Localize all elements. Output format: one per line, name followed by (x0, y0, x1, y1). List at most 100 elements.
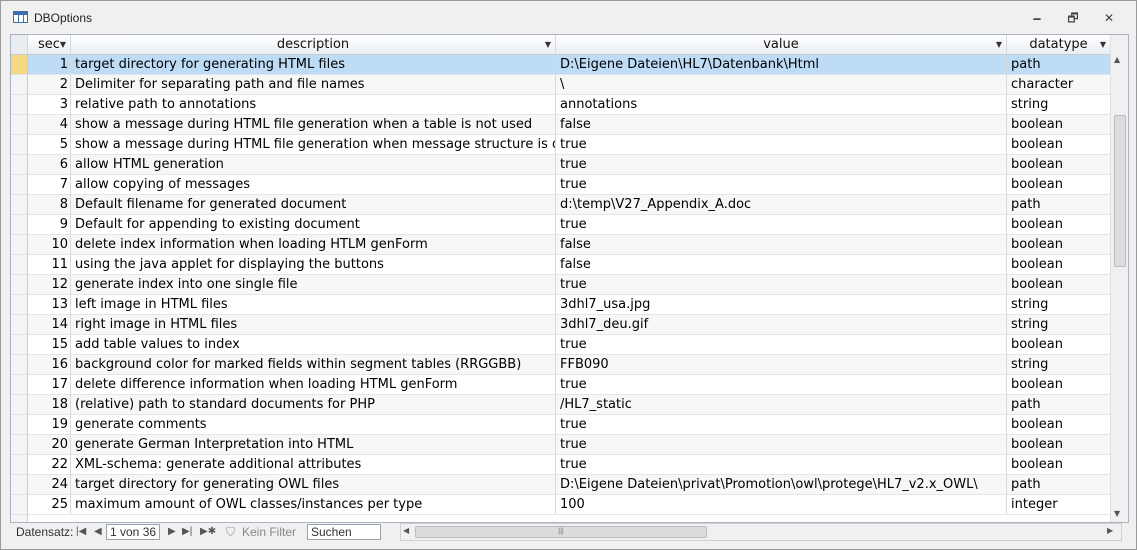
cell-description[interactable]: XML-schema: generate additional attribut… (71, 455, 556, 475)
record-selector[interactable] (11, 95, 28, 115)
table-row[interactable]: 14 right image in HTML files 3dhl7_deu.gif… (11, 315, 1111, 335)
cell-datatype[interactable]: boolean (1007, 235, 1111, 255)
cell-description[interactable]: generate comments (71, 415, 556, 435)
new-record-icon[interactable]: ▶✱ (200, 523, 216, 541)
cell-value[interactable]: annotations (556, 95, 1007, 115)
sort-dropdown-icon[interactable]: ▼ (996, 35, 1002, 54)
cell-datatype[interactable]: path (1007, 475, 1111, 495)
table-row[interactable]: 1 target directory for generating HTML fi… (11, 55, 1111, 75)
column-header-value[interactable]: value ▼ (556, 35, 1007, 54)
cell-value[interactable]: false (556, 235, 1007, 255)
cell-sec[interactable]: 14 (28, 315, 71, 335)
cell-description[interactable]: background color for marked fields withi… (71, 355, 556, 375)
record-selector[interactable] (11, 415, 28, 435)
cell-value[interactable]: d:\temp\V27_Appendix_A.doc (556, 195, 1007, 215)
cell-value[interactable]: 3dhl7_deu.gif (556, 315, 1007, 335)
filter-toggle[interactable]: Kein Filter (242, 523, 296, 541)
table-row[interactable]: 13 left image in HTML files 3dhl7_usa.jpg s… (11, 295, 1111, 315)
cell-datatype[interactable]: path (1007, 195, 1111, 215)
restore-button[interactable]: 🗗 (1063, 10, 1083, 26)
cell-description[interactable]: Default filename for generated document (71, 195, 556, 215)
cell-datatype[interactable]: string (1007, 295, 1111, 315)
cell-datatype[interactable]: boolean (1007, 115, 1111, 135)
cell-description[interactable]: generate German Interpretation into HTML (71, 435, 556, 455)
cell-value[interactable]: true (556, 155, 1007, 175)
cell-datatype[interactable]: boolean (1007, 375, 1111, 395)
cell-sec[interactable]: 19 (28, 415, 71, 435)
record-selector[interactable] (11, 75, 28, 95)
table-row[interactable]: 12 generate index into one single file tru… (11, 275, 1111, 295)
record-selector[interactable] (11, 495, 28, 515)
cell-description[interactable]: maximum amount of OWL classes/instances … (71, 495, 556, 515)
record-selector[interactable] (11, 395, 28, 415)
cell-sec[interactable]: 12 (28, 275, 71, 295)
cell-value[interactable]: 3dhl7_usa.jpg (556, 295, 1007, 315)
table-row[interactable]: 3 relative path to annotations annotations… (11, 95, 1111, 115)
table-row[interactable]: 18 (relative) path to standard documents … (11, 395, 1111, 415)
select-all-corner[interactable] (11, 35, 28, 54)
cell-datatype[interactable]: string (1007, 315, 1111, 335)
cell-sec[interactable]: 6 (28, 155, 71, 175)
record-selector[interactable] (11, 515, 28, 522)
record-selector[interactable] (11, 215, 28, 235)
table-row[interactable]: 8 Default filename for generated document… (11, 195, 1111, 215)
vertical-scrollbar[interactable]: ▲ ▼ (1110, 35, 1128, 522)
cell-description[interactable]: right image in HTML files (71, 315, 556, 335)
cell-sec[interactable]: 4 (28, 115, 71, 135)
search-input[interactable]: Suchen (307, 524, 381, 540)
cell-description[interactable]: target directory for generating OWL file… (71, 475, 556, 495)
cell-description[interactable]: delete index information when loading HT… (71, 235, 556, 255)
cell-sec[interactable]: 25 (28, 495, 71, 515)
close-button[interactable]: ✕ (1099, 10, 1119, 26)
cell-datatype[interactable]: integer (1007, 495, 1111, 515)
cell-sec[interactable]: 22 (28, 455, 71, 475)
cell-description[interactable]: delete difference information when loadi… (71, 375, 556, 395)
table-row[interactable]: 17 delete difference information when loa… (11, 375, 1111, 395)
cell-value[interactable]: FFB090 (556, 355, 1007, 375)
cell-value[interactable]: true (556, 455, 1007, 475)
record-selector[interactable] (11, 115, 28, 135)
cell-datatype[interactable]: boolean (1007, 275, 1111, 295)
table-row[interactable]: 7 allow copying of messages true boolean (11, 175, 1111, 195)
cell-sec[interactable]: 2 (28, 75, 71, 95)
table-row[interactable]: 4 show a message during HTML file generat… (11, 115, 1111, 135)
record-selector[interactable] (11, 455, 28, 475)
cell-datatype[interactable]: string (1007, 355, 1111, 375)
column-header-sec[interactable]: sec ▼ (28, 35, 71, 54)
cell-description[interactable]: Delimiter for separating path and file n… (71, 75, 556, 95)
last-record-icon[interactable]: ▶| (182, 523, 192, 541)
record-selector[interactable] (11, 275, 28, 295)
cell-sec[interactable]: 9 (28, 215, 71, 235)
first-record-icon[interactable]: |◀ (76, 523, 86, 541)
cell-description[interactable]: using the java applet for displaying the… (71, 255, 556, 275)
horizontal-scroll-thumb[interactable]: ||| (415, 526, 707, 538)
cell-description[interactable]: left image in HTML files (71, 295, 556, 315)
record-selector[interactable] (11, 135, 28, 155)
cell-datatype[interactable]: boolean (1007, 435, 1111, 455)
previous-record-icon[interactable]: ◀ (94, 523, 102, 541)
table-row[interactable]: 19 generate comments true boolean (11, 415, 1111, 435)
cell-sec[interactable]: 5 (28, 135, 71, 155)
cell-value[interactable]: true (556, 275, 1007, 295)
cell-description[interactable]: allow HTML generation (71, 155, 556, 175)
cell-value[interactable]: false (556, 255, 1007, 275)
table-row[interactable]: 11 using the java applet for displaying t… (11, 255, 1111, 275)
current-record-field[interactable]: 1 von 36 (106, 524, 161, 540)
cell-description[interactable]: generate index into one single file (71, 275, 556, 295)
cell-sec[interactable]: 11 (28, 255, 71, 275)
cell-value[interactable]: true (556, 435, 1007, 455)
cell-description[interactable]: add table values to index (71, 335, 556, 355)
cell-datatype[interactable]: boolean (1007, 155, 1111, 175)
cell-sec[interactable]: 15 (28, 335, 71, 355)
table-row[interactable]: 15 add table values to index true boolean (11, 335, 1111, 355)
column-header-description[interactable]: description ▼ (71, 35, 556, 54)
cell-datatype[interactable]: path (1007, 395, 1111, 415)
cell-sec[interactable]: 13 (28, 295, 71, 315)
scroll-down-icon[interactable]: ▼ (1114, 509, 1120, 518)
cell-description[interactable]: (relative) path to standard documents fo… (71, 395, 556, 415)
cell-datatype[interactable]: character (1007, 75, 1111, 95)
cell-sec[interactable]: 7 (28, 175, 71, 195)
table-row[interactable]: 25 maximum amount of OWL classes/instance… (11, 495, 1111, 515)
column-header-datatype[interactable]: datatype ▼ (1007, 35, 1111, 54)
record-selector[interactable] (11, 335, 28, 355)
